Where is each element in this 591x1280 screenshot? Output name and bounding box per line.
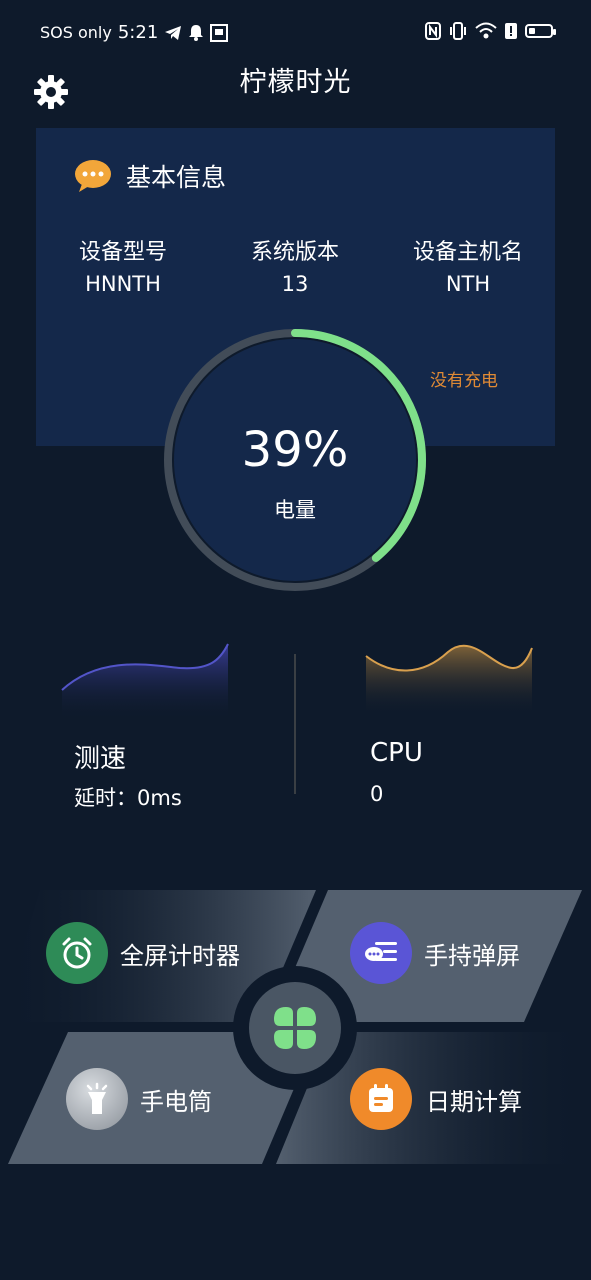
device-model-value: HNNTH xyxy=(85,272,161,296)
tool-fullscreen-timer[interactable]: 全屏计时器 xyxy=(46,922,240,984)
chat-bubble-icon xyxy=(75,160,111,192)
status-bar-left: SOS only 5:21 xyxy=(40,22,229,43)
charge-status: 没有充电 xyxy=(430,371,498,391)
alarm-clock-icon xyxy=(46,922,108,984)
tool-flashlight[interactable]: 手电筒 xyxy=(66,1068,212,1130)
device-model-label: 设备型号 xyxy=(78,240,167,265)
stats-divider xyxy=(294,654,296,794)
battery-percent: 39% xyxy=(241,422,349,478)
clock-time: 5:21 xyxy=(117,22,159,43)
tool-handheld-screen-label: 手持弹屏 xyxy=(424,941,520,970)
battery-label: 电量 xyxy=(274,498,316,522)
app-icon xyxy=(210,23,229,42)
speed-title: 测速 xyxy=(74,744,127,774)
info-card-title: 基本信息 xyxy=(126,163,227,192)
hostname-value: NTH xyxy=(445,272,491,296)
speed-latency: 延时：0ms xyxy=(74,786,182,810)
page-title: 柠檬时光 xyxy=(239,67,352,98)
speed-wave-graphic xyxy=(61,643,229,720)
tool-date-calc-label: 日期计算 xyxy=(426,1087,522,1116)
bell-icon xyxy=(189,25,204,41)
nfc-icon xyxy=(425,22,441,40)
tool-flashlight-label: 手电筒 xyxy=(140,1087,212,1116)
system-version-label: 系统版本 xyxy=(250,240,339,265)
tool-handheld-screen[interactable]: 手持弹屏 xyxy=(350,922,520,984)
flashlight-icon xyxy=(66,1068,128,1130)
cpu-wave-graphic xyxy=(365,644,533,716)
system-version-value: 13 xyxy=(281,272,309,296)
tool-date-calc[interactable]: 日期计算 xyxy=(350,1068,522,1130)
telegram-icon xyxy=(165,25,182,40)
cpu-value: 0 xyxy=(370,782,384,806)
carrier-text: SOS only xyxy=(40,23,112,42)
calendar-icon xyxy=(350,1068,412,1130)
tool-fullscreen-timer-label: 全屏计时器 xyxy=(120,941,240,970)
gear-icon[interactable] xyxy=(33,74,69,110)
vibrate-icon xyxy=(450,22,466,40)
hostname-label: 设备主机名 xyxy=(412,240,523,265)
alert-icon xyxy=(505,23,517,39)
cpu-title: CPU xyxy=(370,738,423,768)
status-bar-right xyxy=(425,22,556,40)
message-icon xyxy=(350,922,412,984)
battery-icon xyxy=(525,24,556,38)
wifi-icon xyxy=(475,22,497,39)
info-card-header: 基本信息 xyxy=(74,158,226,194)
clover-icon[interactable] xyxy=(272,1005,318,1051)
